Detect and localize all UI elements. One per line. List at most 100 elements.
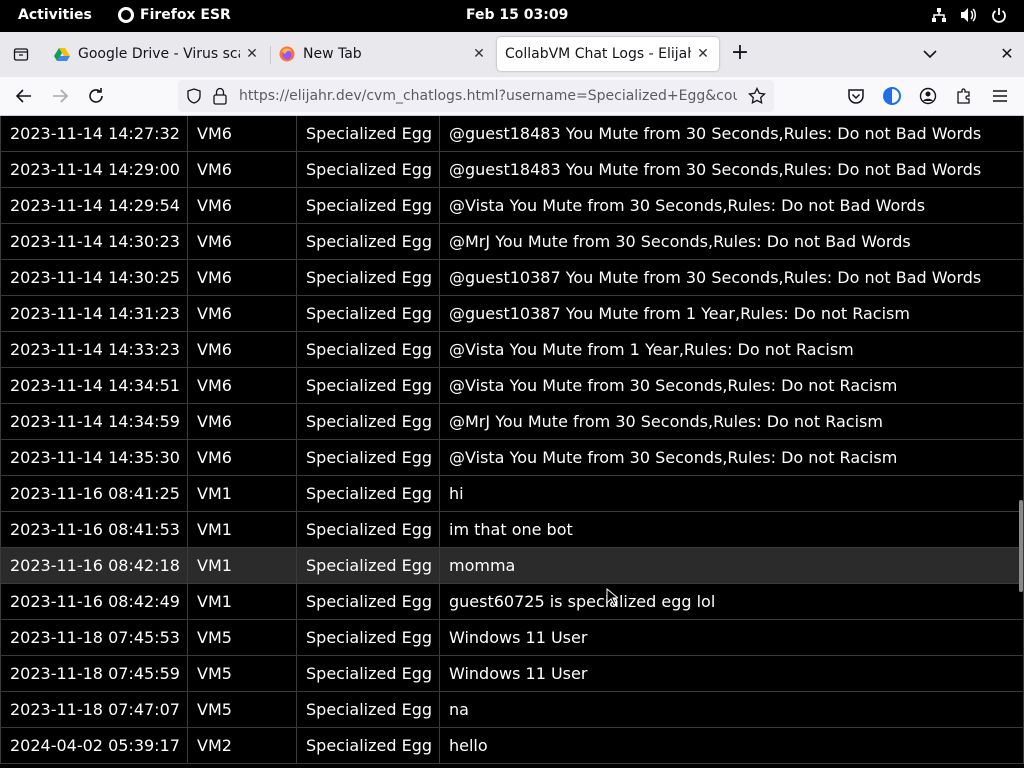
username-cell: Specialized Egg [296, 404, 440, 440]
table-row: 2023-11-16 08:41:25 VM1 Specialized Egg hi [0, 476, 1024, 512]
vm-cell: VM6 [187, 332, 297, 368]
username-cell: Specialized Egg [296, 692, 440, 728]
table-row: 2023-11-14 14:30:25 VM6 Specialized Egg @gu… [0, 260, 1024, 296]
vm-cell: VM5 [187, 692, 297, 728]
clock[interactable]: Feb 15 03:09 [466, 7, 568, 23]
timestamp-cell: 2023-11-14 14:30:25 [0, 260, 188, 296]
app-name: Firefox ESR [140, 7, 231, 23]
firefox-icon [279, 46, 295, 62]
close-icon[interactable]: ✕ [244, 46, 260, 62]
system-tray[interactable] [930, 6, 1008, 24]
bookmark-star-icon[interactable] [748, 87, 766, 105]
reload-button[interactable] [85, 85, 107, 107]
timestamp-cell: 2023-11-18 07:45:53 [0, 620, 188, 656]
vm-cell: VM1 [187, 548, 297, 584]
table-row: 2023-11-18 07:45:53 VM5 Specialized Egg Win… [0, 620, 1024, 656]
username-cell: Specialized Egg [296, 224, 440, 260]
message-cell: guest60725 is specialized egg lol [439, 584, 1024, 620]
tab-collabvm-chat-logs[interactable]: CollabVM Chat Logs - Elijahr.dev ✕ [497, 37, 719, 71]
message-cell: Windows 11 User [439, 620, 1024, 656]
vm-cell: VM6 [187, 440, 297, 476]
timestamp-cell: 2023-11-14 14:29:00 [0, 152, 188, 188]
timestamp-cell: 2023-11-16 08:42:49 [0, 584, 188, 620]
message-cell: @Vista You Mute from 30 Seconds,Rules: D… [439, 188, 1024, 224]
power-icon[interactable] [990, 6, 1008, 24]
table-row: 2023-11-14 14:35:30 VM6 Specialized Egg @Vi… [0, 440, 1024, 476]
timestamp-cell: 2023-11-14 14:33:23 [0, 332, 188, 368]
close-icon[interactable]: ✕ [471, 46, 487, 62]
app-menu-button[interactable] [989, 85, 1011, 107]
url-bar[interactable]: https://elijahr.dev/cvm_chatlogs.html?us… [178, 80, 774, 112]
firefox-icon [118, 7, 134, 23]
message-cell: Windows 11 User [439, 656, 1024, 692]
vm-cell: VM6 [187, 260, 297, 296]
timestamp-cell: 2023-11-14 14:30:23 [0, 224, 188, 260]
privacy-extension-button[interactable] [881, 85, 903, 107]
vm-cell: VM5 [187, 656, 297, 692]
activities-button[interactable]: Activities [18, 7, 92, 23]
message-cell: na [439, 692, 1024, 728]
new-tab-button[interactable]: + [728, 42, 752, 66]
tab-new-tab[interactable]: New Tab ✕ [271, 37, 495, 71]
username-cell: Specialized Egg [296, 332, 440, 368]
back-button[interactable] [13, 85, 35, 107]
window-close-button[interactable]: ✕ [996, 43, 1018, 65]
network-icon[interactable] [930, 6, 948, 24]
vm-cell: VM6 [187, 368, 297, 404]
table-row: 2023-11-14 14:30:23 VM6 Specialized Egg @Mr… [0, 224, 1024, 260]
timestamp-cell: 2023-11-18 07:45:59 [0, 656, 188, 692]
table-row: 2023-11-14 14:33:23 VM6 Specialized Egg @Vi… [0, 332, 1024, 368]
timestamp-cell: 2023-11-16 08:41:53 [0, 512, 188, 548]
vm-cell: VM6 [187, 116, 297, 152]
chat-log-table: 2023-11-14 14:27:32 VM6 Specialized Egg @gu… [0, 116, 1024, 768]
username-cell: Specialized Egg [296, 188, 440, 224]
username-cell: Specialized Egg [296, 116, 440, 152]
timestamp-cell: 2023-11-14 14:31:23 [0, 296, 188, 332]
tracking-protection-shield-icon[interactable] [186, 88, 202, 104]
firefox-view-button[interactable] [8, 41, 34, 67]
lock-icon[interactable] [212, 87, 228, 105]
app-menu[interactable]: Firefox ESR [118, 7, 231, 23]
message-cell: @Vista You Mute from 30 Seconds,Rules: D… [439, 368, 1024, 404]
pocket-button[interactable] [845, 85, 867, 107]
username-cell: Specialized Egg [296, 656, 440, 692]
username-cell: Specialized Egg [296, 512, 440, 548]
extensions-button[interactable] [953, 85, 975, 107]
forward-arrow-icon [53, 89, 69, 103]
page-scrollbar[interactable] [1019, 500, 1023, 592]
forward-button[interactable] [49, 85, 71, 107]
table-row: 2023-11-14 14:29:00 VM6 Specialized Egg @gu… [0, 152, 1024, 188]
tab-label: New Tab [303, 46, 362, 62]
vm-cell: VM6 [187, 296, 297, 332]
message-cell: @guest10387 You Mute from 30 Seconds,Rul… [439, 260, 1024, 296]
mouse-cursor-icon [606, 588, 618, 606]
message-cell: momma [439, 548, 1024, 584]
table-row: 2024-04-02 05:39:17 VM2 Specialized Egg hel… [0, 728, 1024, 764]
vm-cell: VM5 [187, 620, 297, 656]
table-row: 2023-11-16 08:42:18 VM1 Specialized Egg mom… [0, 548, 1024, 584]
tab-label: Google Drive - Virus scan warning [78, 46, 240, 62]
message-cell: @MrJ You Mute from 30 Seconds,Rules: Do … [439, 224, 1024, 260]
username-cell: Specialized Egg [296, 584, 440, 620]
account-button[interactable] [917, 85, 939, 107]
url-text[interactable]: https://elijahr.dev/cvm_chatlogs.html?us… [239, 88, 737, 104]
table-row: 2023-11-18 07:47:07 VM5 Specialized Egg na [0, 692, 1024, 728]
tab-google-drive[interactable]: Google Drive - Virus scan warning ✕ [46, 37, 268, 71]
message-cell: hi [439, 476, 1024, 512]
timestamp-cell: 2024-04-02 05:39:17 [0, 728, 188, 764]
list-all-tabs-button[interactable] [920, 44, 940, 64]
timestamp-cell: 2023-11-16 08:42:18 [0, 548, 188, 584]
vm-cell: VM1 [187, 512, 297, 548]
close-icon[interactable]: ✕ [695, 46, 711, 62]
google-drive-icon [54, 48, 70, 61]
pocket-icon [848, 89, 864, 104]
volume-icon[interactable] [960, 6, 978, 24]
username-cell: Specialized Egg [296, 260, 440, 296]
username-cell: Specialized Egg [296, 440, 440, 476]
chevron-down-icon [923, 50, 937, 59]
username-cell: Specialized Egg [296, 296, 440, 332]
table-row: 2023-11-14 14:29:54 VM6 Specialized Egg @Vi… [0, 188, 1024, 224]
message-cell: @Vista You Mute from 30 Seconds,Rules: D… [439, 440, 1024, 476]
tab-label: CollabVM Chat Logs - Elijahr.dev [505, 46, 691, 62]
message-cell: @Vista You Mute from 1 Year,Rules: Do no… [439, 332, 1024, 368]
